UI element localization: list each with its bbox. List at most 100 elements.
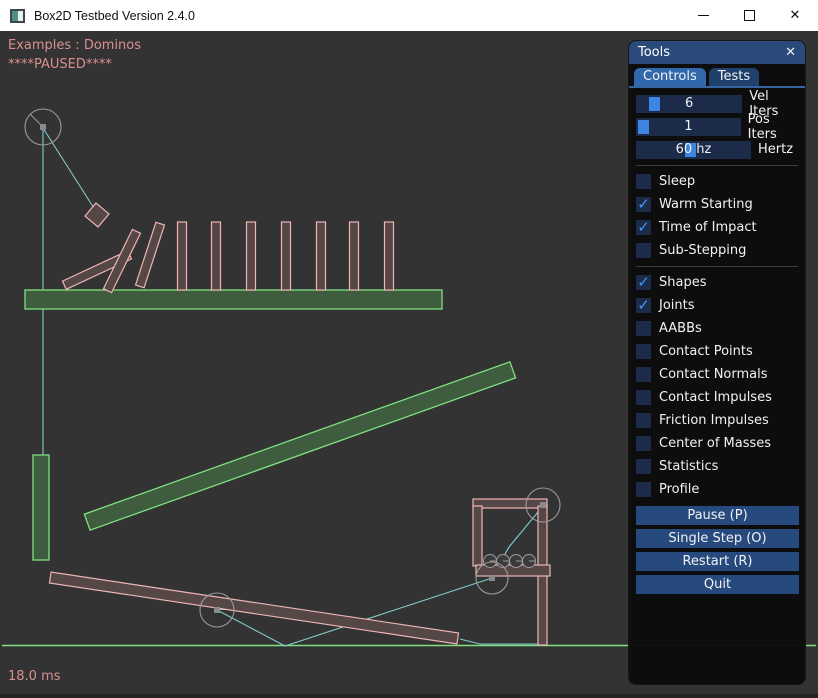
contact-normals-label: Contact Normals — [659, 367, 768, 382]
pos-iters-label: Pos Iters — [748, 112, 798, 142]
domino-shelf — [25, 290, 442, 309]
maximize-icon — [744, 10, 755, 21]
profile-label: Profile — [659, 482, 699, 497]
check-icon: ✓ — [637, 299, 650, 312]
minimize-icon — [698, 15, 709, 16]
minimize-button[interactable] — [680, 0, 726, 31]
sim-options-group: Sleep ✓ Warm Starting ✓ Time of Impact Sub-St… — [636, 170, 798, 262]
statistics-label: Statistics — [659, 459, 718, 474]
statistics-checkbox-box[interactable] — [636, 459, 651, 474]
center-of-masses-label: Center of Masses — [659, 436, 771, 451]
close-button[interactable]: ✕ — [772, 0, 818, 31]
contact-points-checkbox-box[interactable] — [636, 344, 651, 359]
checkbox-friction-impulses[interactable]: Friction Impulses — [636, 409, 798, 432]
tools-panel-title: Tools — [638, 45, 670, 60]
pendulum-bob — [85, 203, 109, 227]
dynamic-bodies[interactable] — [49, 203, 550, 645]
box2d-testbed-window: Examples : Dominos ****PAUSED**** 18.0 m… — [0, 0, 818, 698]
standing-domino — [212, 222, 221, 290]
checkbox-statistics[interactable]: Statistics — [636, 455, 798, 478]
static-bodies — [25, 290, 516, 560]
sub-stepping-label: Sub-Stepping — [659, 243, 746, 258]
checkbox-profile[interactable]: Profile — [636, 478, 798, 501]
center-of-masses-checkbox-box[interactable] — [636, 436, 651, 451]
checkbox-contact-impulses[interactable]: Contact Impulses — [636, 386, 798, 409]
time-of-impact-checkbox-box[interactable]: ✓ — [636, 220, 651, 235]
separator — [636, 266, 798, 267]
vel-iters-slider[interactable]: 6 — [636, 95, 742, 113]
pause-p-button[interactable]: Pause (P) — [636, 506, 799, 525]
standing-domino — [178, 222, 187, 290]
status-ms-label: 18.0 ms — [8, 669, 61, 684]
frame-top-beam — [473, 499, 547, 508]
standing-domino — [247, 222, 256, 290]
app-icon — [10, 9, 25, 23]
checkbox-sleep[interactable]: Sleep — [636, 170, 798, 193]
contact-impulses-label: Contact Impulses — [659, 390, 772, 405]
checkbox-time-of-impact[interactable]: ✓ Time of Impact — [636, 216, 798, 239]
standing-domino — [350, 222, 359, 290]
tab-bar: ControlsTests — [629, 64, 805, 88]
maximize-button[interactable] — [726, 0, 772, 31]
vertical-green-bar — [33, 455, 49, 560]
tools-panel: Tools ✕ ControlsTests 6Vel Iters1Pos Ite… — [628, 40, 806, 685]
tab-controls[interactable]: Controls — [634, 68, 706, 86]
sleep-label: Sleep — [659, 174, 695, 189]
checkbox-contact-normals[interactable]: Contact Normals — [636, 363, 798, 386]
pos-iters-slider[interactable]: 1 — [636, 118, 741, 136]
warm-starting-checkbox-box[interactable]: ✓ — [636, 197, 651, 212]
checkbox-sub-stepping[interactable]: Sub-Stepping — [636, 239, 798, 262]
checkbox-aabbs[interactable]: AABBs — [636, 317, 798, 340]
single-step-o-button[interactable]: Single Step (O) — [636, 529, 799, 548]
titlebar[interactable]: Box2D Testbed Version 2.4.0 ✕ — [0, 0, 818, 31]
profile-checkbox-box[interactable] — [636, 482, 651, 497]
aabbs-label: AABBs — [659, 321, 702, 336]
slider-row-hertz: 60 hz Hertz — [636, 138, 798, 161]
shapes-label: Shapes — [659, 275, 706, 290]
standing-domino — [317, 222, 326, 290]
joints-checkbox-box[interactable]: ✓ — [636, 298, 651, 313]
checkbox-contact-points[interactable]: Contact Points — [636, 340, 798, 363]
vel-iters-value: 6 — [636, 95, 742, 113]
contact-normals-checkbox-box[interactable] — [636, 367, 651, 382]
long-green-plank — [84, 362, 515, 530]
window-title: Box2D Testbed Version 2.4.0 — [34, 9, 195, 23]
tab-tests[interactable]: Tests — [709, 68, 759, 86]
time-of-impact-label: Time of Impact — [659, 220, 757, 235]
contact-points-label: Contact Points — [659, 344, 753, 359]
action-buttons: Pause (P) Single Step (O) Restart (R) Quit — [636, 506, 798, 594]
tools-close-icon[interactable]: ✕ — [785, 45, 796, 60]
check-icon: ✓ — [637, 276, 650, 289]
hertz-label: Hertz — [758, 142, 793, 157]
friction-impulses-checkbox-box[interactable] — [636, 413, 651, 428]
shapes-checkbox-box[interactable]: ✓ — [636, 275, 651, 290]
sub-stepping-checkbox-box[interactable] — [636, 243, 651, 258]
leaning-domino — [136, 222, 165, 288]
check-icon: ✓ — [637, 198, 650, 211]
draw-options-group: ✓ Shapes ✓ Joints AABBs Contact Points Contact… — [636, 271, 798, 501]
warm-starting-label: Warm Starting — [659, 197, 753, 212]
contact-impulses-checkbox-box[interactable] — [636, 390, 651, 405]
example-label: Examples : Dominos — [8, 38, 141, 53]
checkbox-warm-starting[interactable]: ✓ Warm Starting — [636, 193, 798, 216]
tools-panel-header[interactable]: Tools ✕ — [629, 41, 805, 64]
paused-label: ****PAUSED**** — [8, 57, 112, 72]
joints-label: Joints — [659, 298, 695, 313]
checkbox-center-of-masses[interactable]: Center of Masses — [636, 432, 798, 455]
quit-button[interactable]: Quit — [636, 575, 799, 594]
standing-domino — [385, 222, 394, 290]
checkbox-shapes[interactable]: ✓ Shapes — [636, 271, 798, 294]
anchor-points — [40, 124, 546, 613]
frame-left-post — [473, 506, 482, 566]
hertz-value: 60 hz — [636, 141, 751, 159]
slider-section: 6Vel Iters1Pos Iters60 hzHertz — [636, 92, 798, 161]
restart-r-button[interactable]: Restart (R) — [636, 552, 799, 571]
separator — [636, 165, 798, 166]
friction-impulses-label: Friction Impulses — [659, 413, 769, 428]
check-icon: ✓ — [637, 221, 650, 234]
checkbox-joints[interactable]: ✓ Joints — [636, 294, 798, 317]
hertz-slider[interactable]: 60 hz — [636, 141, 751, 159]
aabbs-checkbox-box[interactable] — [636, 321, 651, 336]
standing-domino — [282, 222, 291, 290]
sleep-checkbox-box[interactable] — [636, 174, 651, 189]
